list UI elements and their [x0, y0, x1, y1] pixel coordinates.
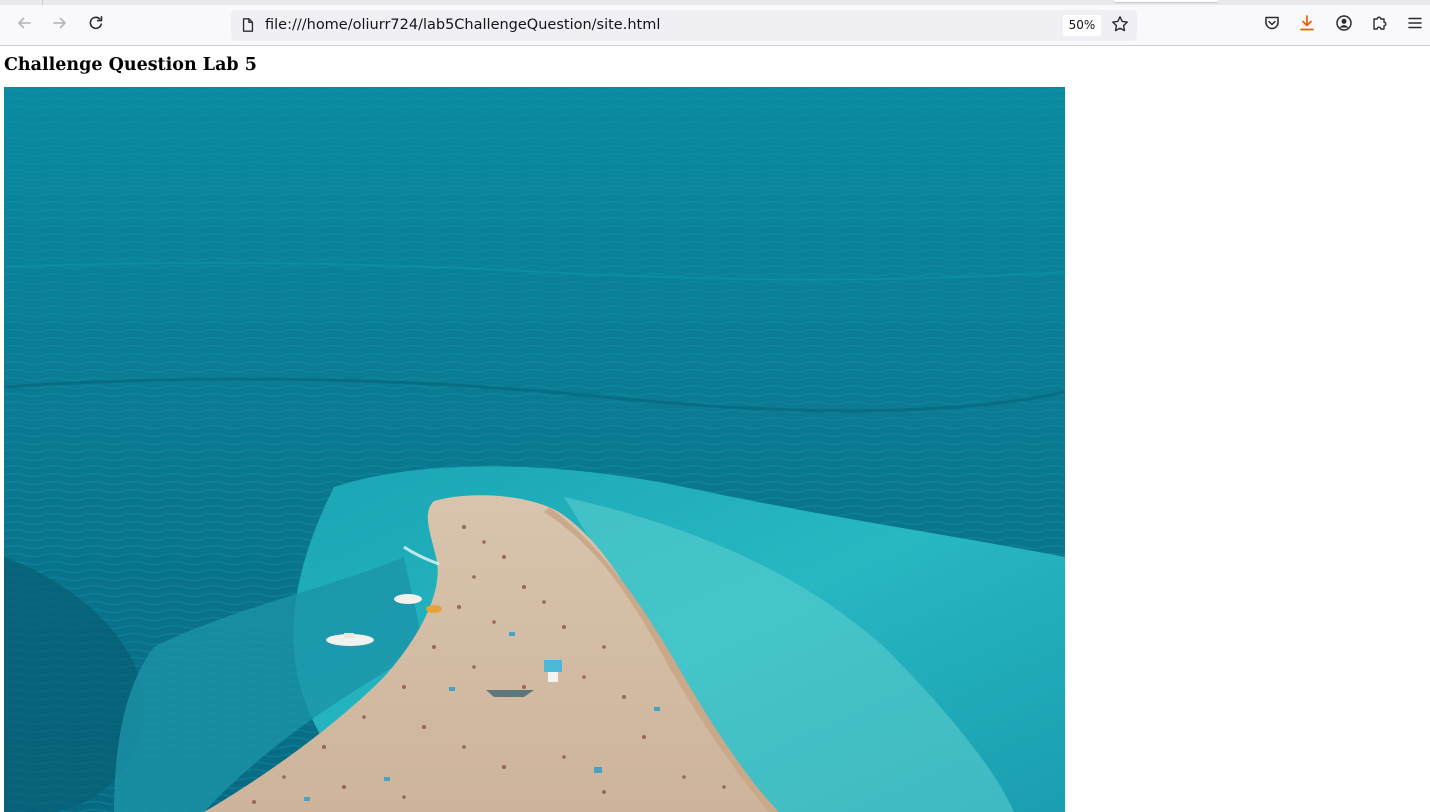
zoom-level-button[interactable]: 50%: [1063, 15, 1101, 36]
downloads-button[interactable]: [1293, 11, 1321, 39]
navigation-toolbar: file:///home/oliurr724/lab5ChallengeQues…: [0, 5, 1430, 46]
bookmark-button[interactable]: [1109, 15, 1131, 37]
puzzle-icon: [1371, 14, 1389, 36]
download-icon: [1298, 14, 1316, 36]
extensions-button[interactable]: [1366, 11, 1394, 39]
arrow-left-icon: [15, 14, 33, 36]
reload-icon: [87, 14, 105, 36]
account-icon: [1335, 14, 1353, 36]
reload-button[interactable]: [82, 11, 110, 39]
star-icon: [1111, 15, 1129, 37]
forward-button[interactable]: [46, 11, 74, 39]
pocket-icon: [1263, 14, 1281, 36]
back-button[interactable]: [10, 11, 38, 39]
account-button[interactable]: [1330, 11, 1358, 39]
url-bar[interactable]: file:///home/oliurr724/lab5ChallengeQues…: [231, 10, 1137, 41]
page-icon: [239, 16, 257, 34]
url-text[interactable]: file:///home/oliurr724/lab5ChallengeQues…: [265, 10, 660, 41]
page-heading: Challenge Question Lab 5: [4, 55, 257, 75]
active-tab-edge[interactable]: [1114, 0, 1218, 2]
app-menu-button[interactable]: [1401, 11, 1429, 39]
pocket-button[interactable]: [1258, 11, 1286, 39]
arrow-right-icon: [51, 14, 69, 36]
beach-image: [4, 87, 1065, 812]
hamburger-menu-icon: [1406, 14, 1424, 36]
